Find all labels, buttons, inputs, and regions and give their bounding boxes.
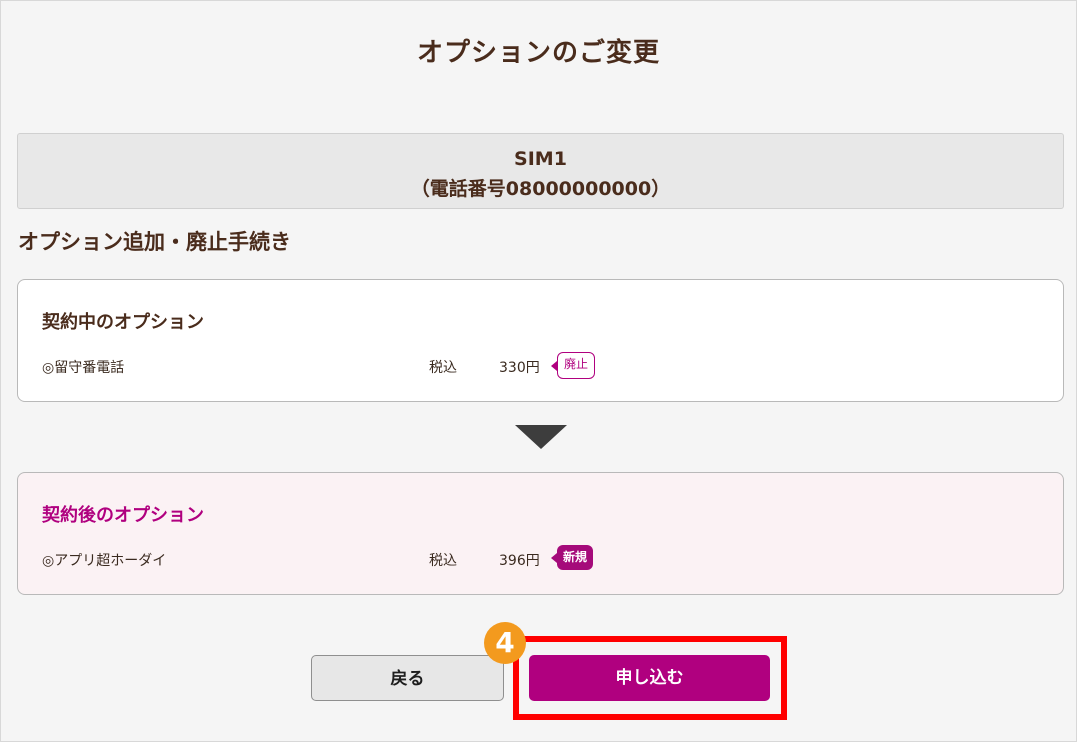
current-options-title: 契約中のオプション bbox=[42, 312, 204, 333]
arrow-down-icon bbox=[515, 425, 567, 449]
back-button[interactable]: 戻る bbox=[311, 655, 504, 701]
after-options-card: 契約後のオプション ◎アプリ超ホーダイ 税込 396円 新規 bbox=[17, 472, 1064, 595]
step-number-badge: 4 bbox=[484, 622, 526, 664]
sim-name: SIM1 bbox=[514, 148, 567, 170]
option-price: 330円 bbox=[499, 360, 540, 376]
option-name: ◎留守番電話 bbox=[42, 360, 125, 376]
tax-label: 税込 bbox=[429, 553, 457, 569]
tax-label: 税込 bbox=[429, 360, 457, 376]
current-options-card: 契約中のオプション ◎留守番電話 税込 330円 廃止 bbox=[17, 279, 1064, 402]
section-heading: オプション追加・廃止手続き bbox=[18, 230, 291, 254]
after-options-title: 契約後のオプション bbox=[42, 505, 204, 526]
page-title: オプションのご変更 bbox=[416, 38, 660, 68]
apply-button[interactable]: 申し込む bbox=[529, 655, 770, 701]
sim-info-box: SIM1 （電話番号08000000000） bbox=[17, 133, 1064, 209]
sim-phone-number: （電話番号08000000000） bbox=[410, 178, 671, 200]
option-name: ◎アプリ超ホーダイ bbox=[42, 553, 167, 569]
cancel-badge: 廃止 bbox=[550, 352, 596, 379]
option-price: 396円 bbox=[499, 553, 540, 569]
new-badge: 新規 bbox=[550, 545, 594, 570]
